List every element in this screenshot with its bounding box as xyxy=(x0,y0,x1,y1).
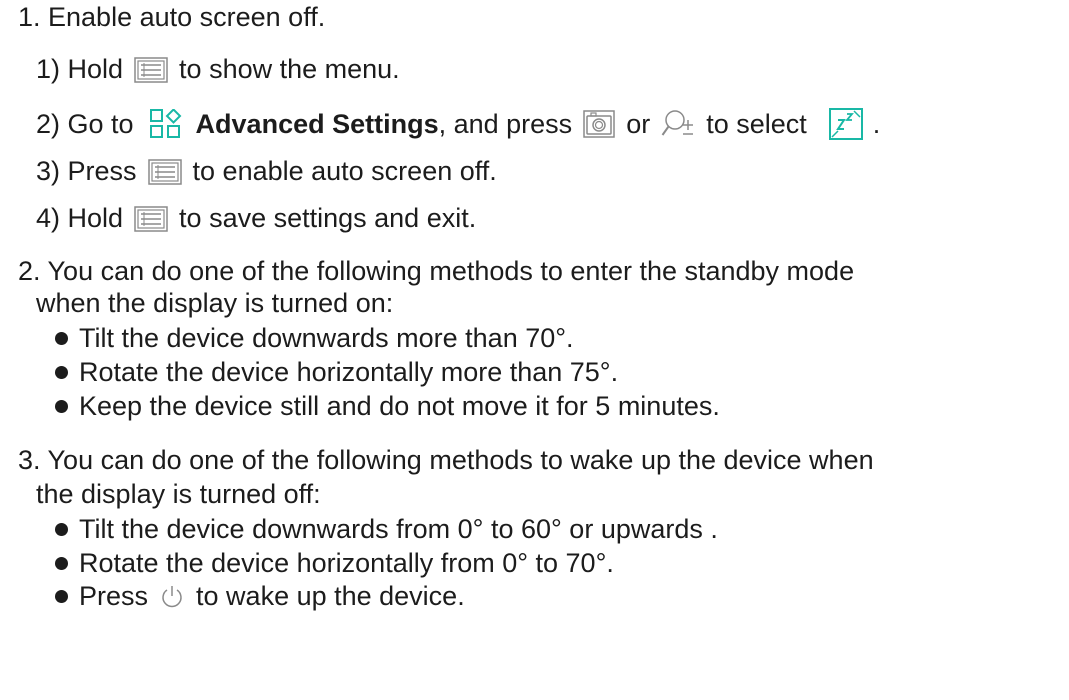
zoom-button-icon xyxy=(661,110,694,136)
bullet-icon xyxy=(55,557,68,570)
list-item: Keep the device still and do not move it… xyxy=(55,393,720,420)
bullet-icon xyxy=(55,400,68,413)
list-item: Rotate the device horizontally from 0° t… xyxy=(55,550,614,577)
substep-1: 1) Hold to show the menu. xyxy=(36,54,400,84)
substep-4: 4) Hold to save settings and exit. xyxy=(36,203,477,233)
step-2-label-line-2: when the display is turned on: xyxy=(36,288,394,318)
menu-button-icon xyxy=(134,56,168,83)
step-1-label: 1. Enable auto screen off. xyxy=(18,2,326,32)
menu-button-icon xyxy=(134,205,168,232)
power-button-icon xyxy=(162,585,182,607)
bullet-icon xyxy=(55,332,68,345)
auto-screen-off-icon xyxy=(828,108,863,140)
list-item: Rotate the device horizontally more than… xyxy=(55,359,618,386)
menu-button-icon xyxy=(147,158,182,185)
list-item: Press to wake up the device. xyxy=(55,583,465,610)
substep-3: 3) Press to enable auto screen off. xyxy=(36,156,497,186)
step-3-label-line-1: 3. You can do one of the following metho… xyxy=(18,445,874,475)
list-item: Tilt the device downwards from 0° to 60°… xyxy=(55,516,718,543)
step-2-label-line-1: 2. You can do one of the following metho… xyxy=(18,256,855,286)
camera-button-icon xyxy=(583,110,615,138)
bullet-icon xyxy=(55,590,68,603)
bullet-icon xyxy=(55,366,68,379)
bullet-icon xyxy=(55,523,68,536)
list-item: Tilt the device downwards more than 70°. xyxy=(55,325,574,352)
advanced-settings-icon xyxy=(149,109,181,138)
substep-2: 2) Go to Advanced Settings, and press or… xyxy=(36,108,881,140)
step-3-label-line-2: the display is turned off: xyxy=(36,479,321,509)
